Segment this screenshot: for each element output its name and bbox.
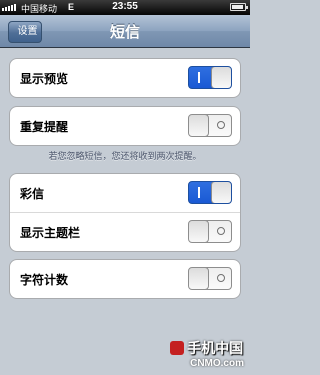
show-preview-label: 显示预览	[20, 72, 69, 86]
repeat-alert-label: 重复提醒	[20, 120, 69, 134]
repeat-alert-toggle[interactable]	[188, 114, 232, 137]
subject-field-toggle[interactable]	[188, 220, 232, 243]
watermark-en: CNMO.com	[190, 358, 244, 369]
page-title: 短信	[109, 23, 140, 41]
mms-label: 彩信	[20, 187, 45, 201]
row-char-count: 字符计数	[10, 260, 240, 298]
off-indicator-icon	[217, 227, 225, 235]
clock: 23:55	[112, 1, 138, 12]
watermark-logo: 手机中国 CNMO.com	[170, 338, 244, 369]
status-bar: 中国移动 E 23:55	[0, 0, 250, 15]
show-preview-toggle[interactable]	[188, 66, 232, 89]
off-indicator-icon	[217, 121, 225, 129]
row-show-preview: 显示预览	[10, 59, 240, 97]
off-indicator-icon	[217, 274, 225, 282]
group-preview: 显示预览	[9, 58, 241, 98]
row-mms: 彩信	[10, 174, 240, 212]
char-count-label: 字符计数	[20, 273, 69, 287]
toggle-knob	[211, 67, 231, 88]
navigation-bar: 设置 短信	[0, 15, 250, 48]
row-repeat-alert: 重复提醒	[10, 107, 240, 145]
toggle-knob	[189, 115, 209, 136]
repeat-alert-note: 若您忽略短信，您还将收到两次提醒。	[48, 152, 202, 162]
group-char-count: 字符计数	[9, 259, 241, 299]
group-mms: 彩信 显示主题栏	[9, 173, 241, 252]
toggle-knob	[211, 182, 231, 203]
battery-icon	[230, 3, 248, 11]
logo-mark-icon	[170, 341, 185, 355]
on-indicator-icon	[198, 187, 200, 198]
on-indicator-icon	[198, 72, 200, 83]
toggle-knob	[189, 221, 209, 242]
group-repeat-alert: 重复提醒	[9, 106, 241, 146]
toggle-knob	[189, 268, 209, 289]
watermark-cn: 手机中国	[187, 341, 244, 357]
subject-field-label: 显示主题栏	[20, 226, 81, 240]
mms-toggle[interactable]	[188, 181, 232, 204]
row-subject-field: 显示主题栏	[10, 212, 240, 251]
char-count-toggle[interactable]	[188, 267, 232, 290]
